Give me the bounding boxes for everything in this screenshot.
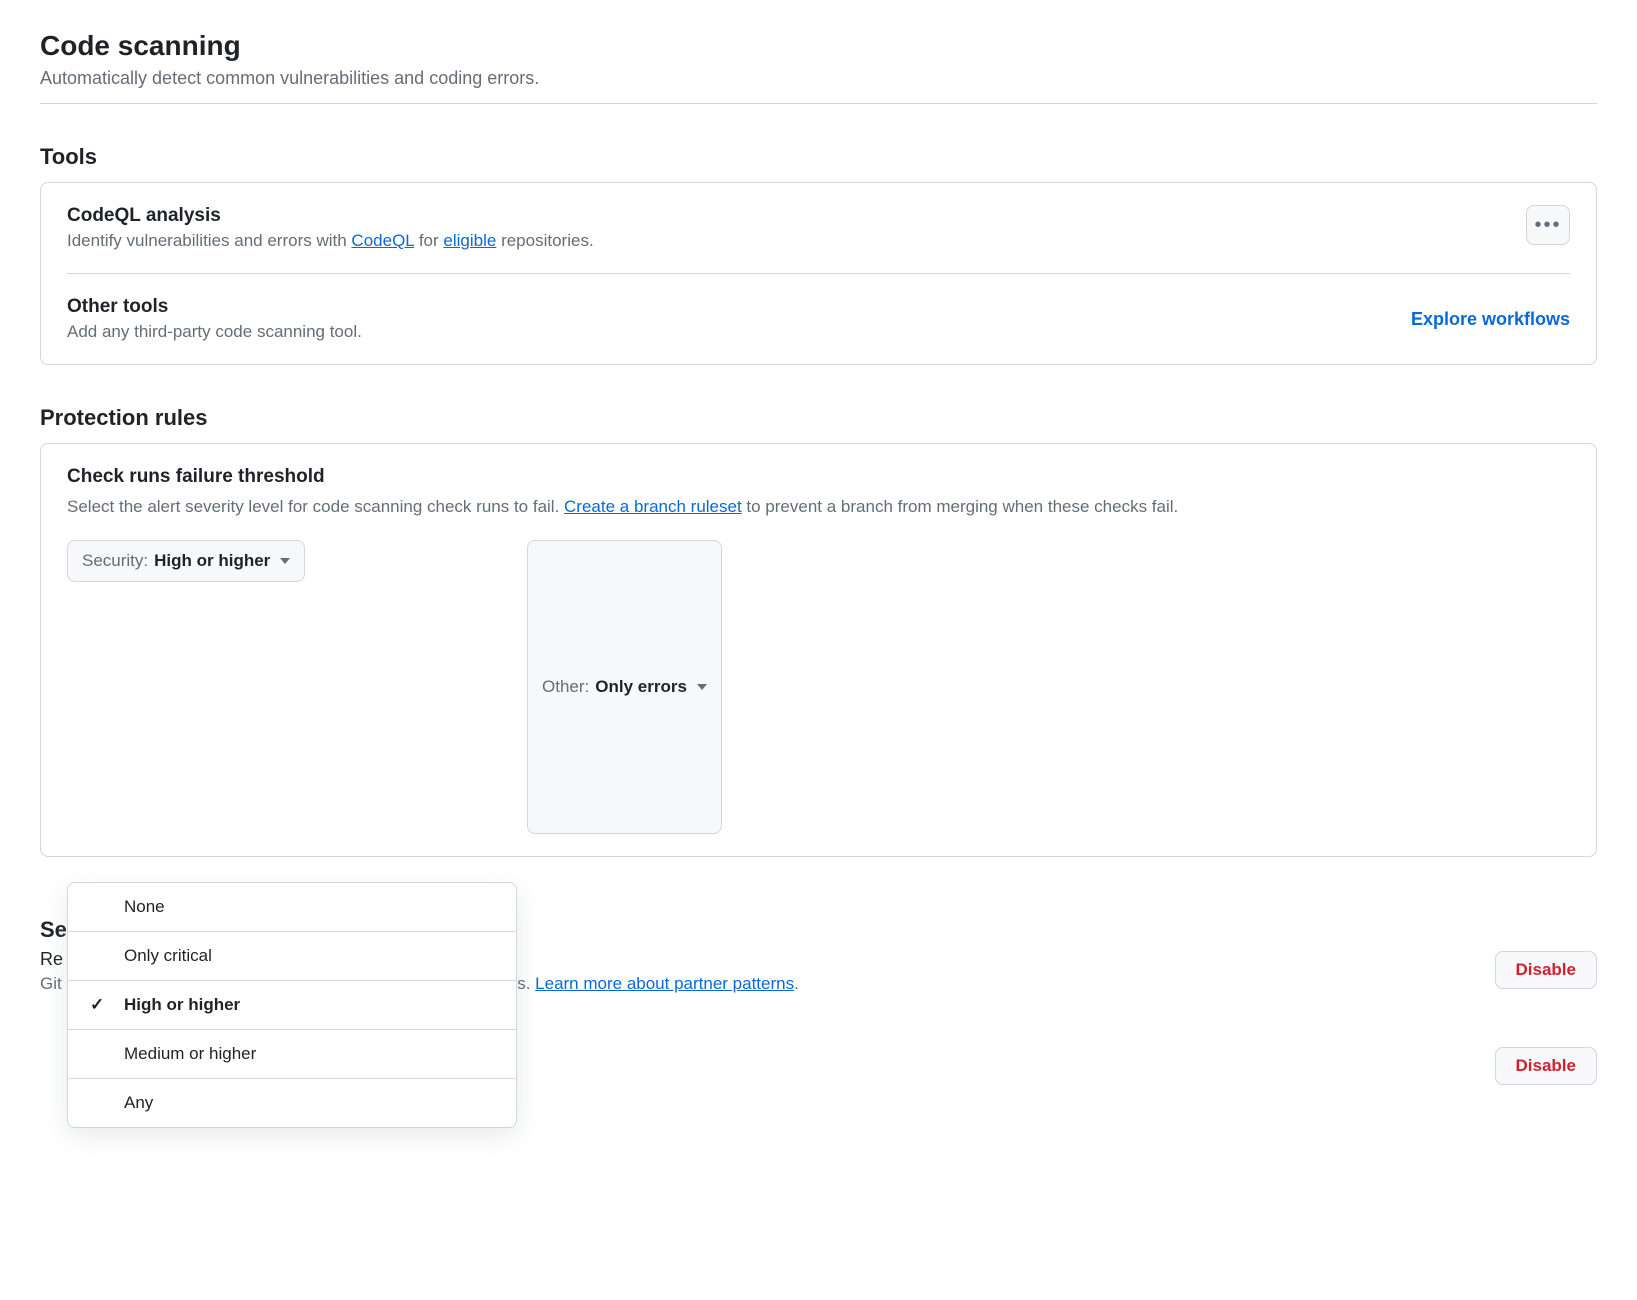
protection-box: Check runs failure threshold Select the … (40, 443, 1597, 857)
page-subtitle: Automatically detect common vulnerabilit… (40, 68, 1597, 104)
learn-partner-patterns-link[interactable]: Learn more about partner patterns (535, 974, 794, 993)
menu-item-none[interactable]: None (68, 883, 516, 932)
other-tools-desc: Add any third-party code scanning tool. (67, 322, 362, 342)
other-dropdown-button[interactable]: Other: Only errors (527, 540, 722, 834)
threshold-desc-suffix: to prevent a branch from merging when th… (742, 497, 1179, 516)
codeql-title: CodeQL analysis (67, 205, 594, 227)
other-dropdown-prefix: Other: (542, 677, 589, 697)
other-tools-title: Other tools (67, 296, 362, 318)
security-dropdown-menu: None Only critical High or higher Medium… (67, 882, 517, 1128)
codeql-desc-prefix: Identify vulnerabilities and errors with (67, 231, 351, 250)
codeql-desc-suffix: repositories. (496, 231, 593, 250)
eligible-link[interactable]: eligible (443, 231, 496, 250)
secret-line2-prefix: Git (40, 974, 62, 993)
page-title: Code scanning (40, 30, 1597, 62)
codeql-desc: Identify vulnerabilities and errors with… (67, 231, 594, 251)
protection-rules-section: Protection rules Check runs failure thre… (40, 405, 1597, 857)
disable-button-2[interactable]: Disable (1495, 1047, 1597, 1085)
codeql-link[interactable]: CodeQL (351, 231, 414, 250)
secret-period: . (794, 974, 799, 993)
other-dropdown-value: Only errors (595, 677, 687, 697)
menu-item-medium-or-higher[interactable]: Medium or higher (68, 1030, 516, 1079)
caret-down-icon (697, 684, 707, 690)
security-dropdown-value: High or higher (154, 551, 270, 571)
threshold-title: Check runs failure threshold (67, 466, 1570, 488)
menu-item-only-critical[interactable]: Only critical (68, 932, 516, 981)
dropdown-row: Security: High or higher None Only criti… (67, 540, 1570, 834)
security-dropdown-button[interactable]: Security: High or higher (67, 540, 305, 582)
codeql-kebab-button[interactable]: ••• (1526, 205, 1570, 245)
tools-section-title: Tools (40, 144, 1597, 170)
disable-button-1[interactable]: Disable (1495, 951, 1597, 989)
tools-box: CodeQL analysis Identify vulnerabilities… (40, 182, 1597, 365)
secret-line1-prefix: Re (40, 949, 63, 969)
security-dropdown-prefix: Security: (82, 551, 148, 571)
security-dropdown-wrapper: Security: High or higher None Only criti… (67, 540, 517, 834)
explore-workflows-link[interactable]: Explore workflows (1411, 309, 1570, 330)
kebab-icon: ••• (1534, 214, 1561, 237)
codeql-row: CodeQL analysis Identify vulnerabilities… (67, 205, 1570, 251)
create-ruleset-link[interactable]: Create a branch ruleset (564, 497, 742, 516)
threshold-desc-prefix: Select the alert severity level for code… (67, 497, 564, 516)
other-tools-row: Other tools Add any third-party code sca… (67, 273, 1570, 342)
codeql-desc-mid: for (414, 231, 443, 250)
caret-down-icon (280, 558, 290, 564)
page-header: Code scanning Automatically detect commo… (40, 30, 1597, 104)
threshold-desc: Select the alert severity level for code… (67, 494, 1570, 520)
menu-item-high-or-higher[interactable]: High or higher (68, 981, 516, 1030)
menu-item-any[interactable]: Any (68, 1079, 516, 1127)
tools-section: Tools CodeQL analysis Identify vulnerabi… (40, 144, 1597, 365)
protection-section-title: Protection rules (40, 405, 1597, 431)
